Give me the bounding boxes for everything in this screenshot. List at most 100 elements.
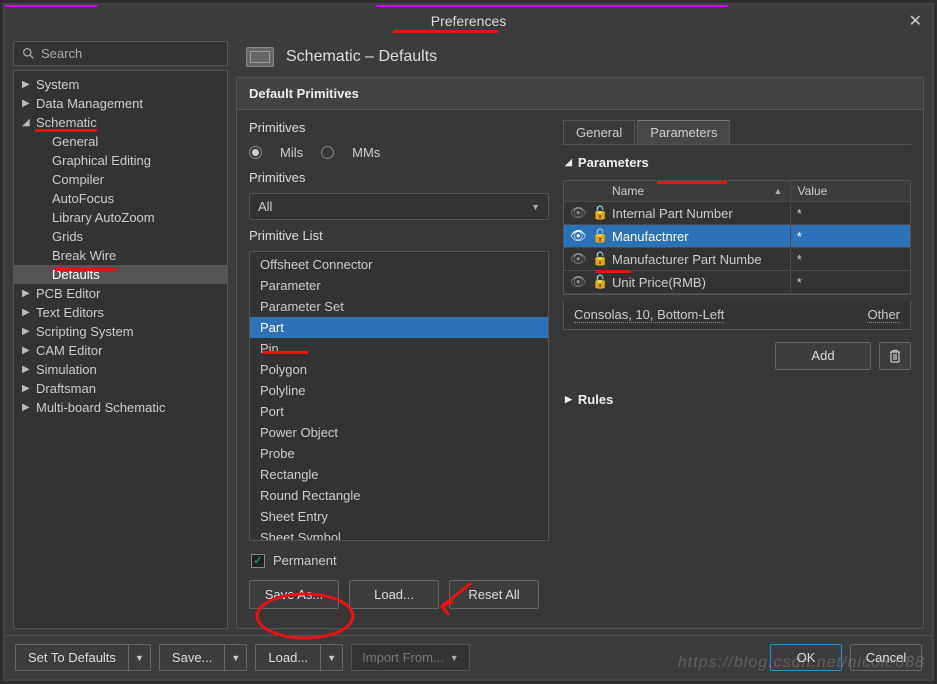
window-title: Preferences (425, 11, 512, 31)
list-item[interactable]: Probe (250, 443, 548, 464)
list-item[interactable]: Polygon (250, 359, 548, 380)
save-as-button[interactable]: Save As... (249, 580, 339, 609)
list-item[interactable]: Round Rectangle (250, 485, 548, 506)
tree-item[interactable]: ▶Draftsman (14, 379, 227, 398)
ok-button[interactable]: OK (770, 644, 842, 671)
add-button[interactable]: Add (775, 342, 871, 370)
tree-item[interactable]: Break Wire (14, 246, 227, 265)
tree-item[interactable]: ▶Simulation (14, 360, 227, 379)
param-value[interactable]: * (790, 249, 910, 270)
param-value[interactable]: * (790, 226, 910, 247)
set-to-defaults-button[interactable]: Set To Defaults ▼ (15, 644, 151, 671)
tree-item-label: Multi-board Schematic (36, 400, 165, 415)
table-row[interactable]: 👁🔓Manufactnrer* (564, 225, 910, 248)
lock-icon[interactable]: 🔓 (586, 248, 606, 270)
schematic-page-icon (246, 47, 274, 67)
col-name: Name (612, 184, 644, 198)
tree-item[interactable]: ▶Multi-board Schematic (14, 398, 227, 417)
chevron-down-icon[interactable]: ▼ (321, 644, 343, 671)
search-icon (22, 47, 35, 60)
delete-button[interactable] (879, 342, 911, 370)
tree-item[interactable]: General (14, 132, 227, 151)
visibility-icon[interactable]: 👁 (564, 202, 586, 224)
tree-arrow-icon: ▶ (22, 326, 36, 337)
font-row[interactable]: Consolas, 10, Bottom-Left Other (563, 301, 911, 330)
param-name: Internal Part Number (606, 203, 790, 224)
tree-item[interactable]: AutoFocus (14, 189, 227, 208)
parameters-header[interactable]: Name▲ Value (564, 181, 910, 202)
table-row[interactable]: 👁🔓Unit Price(RMB)* (564, 271, 910, 294)
param-name: Manufacturer Part Numbe (606, 249, 790, 270)
lock-icon[interactable]: 🔓 (586, 225, 606, 247)
lock-icon[interactable]: 🔓 (586, 271, 606, 293)
tree-item[interactable]: Compiler (14, 170, 227, 189)
tree-item[interactable]: Library AutoZoom (14, 208, 227, 227)
search-placeholder: Search (41, 46, 82, 61)
list-item[interactable]: Rectangle (250, 464, 548, 485)
tree-item[interactable]: Graphical Editing (14, 151, 227, 170)
permanent-checkbox[interactable]: ✓ (251, 554, 265, 568)
close-icon[interactable]: ✕ (909, 11, 922, 31)
tree-item-label: Library AutoZoom (52, 210, 155, 225)
tree-item[interactable]: ▶CAM Editor (14, 341, 227, 360)
tree-item[interactable]: ▶System (14, 75, 227, 94)
param-value[interactable]: * (790, 203, 910, 224)
parameters-section-head[interactable]: ◢ Parameters (563, 151, 911, 174)
table-row[interactable]: 👁🔓Internal Part Number* (564, 202, 910, 225)
list-item[interactable]: Parameter (250, 275, 548, 296)
footer-load-button[interactable]: Load... ▼ (255, 644, 343, 671)
tab-general[interactable]: General (563, 120, 635, 144)
primitive-listbox[interactable]: Offsheet ConnectorParameterParameter Set… (249, 251, 549, 541)
tree-item-label: PCB Editor (36, 286, 100, 301)
param-value[interactable]: * (790, 272, 910, 293)
list-item[interactable]: Sheet Symbol (250, 527, 548, 541)
primitives-dropdown[interactable]: All ▼ (249, 193, 549, 220)
list-item[interactable]: Polyline (250, 380, 548, 401)
list-item[interactable]: Parameter Set (250, 296, 548, 317)
col-value: Value (790, 181, 910, 201)
primitives-dropdown-value: All (258, 199, 272, 214)
tree-item[interactable]: ◢Schematic (14, 113, 227, 132)
table-row[interactable]: 👁🔓Manufacturer Part Numbe* (564, 248, 910, 271)
list-item[interactable]: Sheet Entry (250, 506, 548, 527)
lock-icon[interactable]: 🔓 (586, 202, 606, 224)
rules-section-head[interactable]: ▶ Rules (563, 388, 911, 411)
reset-all-button[interactable]: Reset All (449, 580, 539, 609)
units-label: Primitives (249, 120, 549, 135)
search-input[interactable]: Search (13, 41, 228, 66)
chevron-down-icon: ▼ (531, 202, 540, 212)
other-link[interactable]: Other (867, 307, 900, 323)
tree-item[interactable]: Grids (14, 227, 227, 246)
visibility-icon[interactable]: 👁 (564, 225, 586, 247)
tab-parameters[interactable]: Parameters (637, 120, 730, 144)
chevron-down-icon[interactable]: ▼ (129, 644, 151, 671)
list-item[interactable]: Pin (250, 338, 548, 359)
titlebar: Preferences ✕ (5, 7, 932, 35)
trash-icon (889, 349, 901, 363)
import-from-button[interactable]: Import From... ▼ (351, 644, 470, 671)
tree-item[interactable]: ▶PCB Editor (14, 284, 227, 303)
tree-item[interactable]: ▶Data Management (14, 94, 227, 113)
tree-item[interactable]: ▶Scripting System (14, 322, 227, 341)
footer-save-button[interactable]: Save... ▼ (159, 644, 247, 671)
tree-item-label: AutoFocus (52, 191, 114, 206)
mils-radio[interactable] (249, 146, 262, 159)
list-item[interactable]: Power Object (250, 422, 548, 443)
list-item[interactable]: Port (250, 401, 548, 422)
list-item[interactable]: Offsheet Connector (250, 254, 548, 275)
tree-item[interactable]: Defaults (14, 265, 227, 284)
mms-radio[interactable] (321, 146, 334, 159)
font-info[interactable]: Consolas, 10, Bottom-Left (574, 307, 724, 323)
cancel-button[interactable]: Cancel (850, 644, 922, 671)
tree-arrow-icon: ▶ (22, 402, 36, 413)
tree-item-label: Graphical Editing (52, 153, 151, 168)
list-item[interactable]: Part (250, 317, 548, 338)
visibility-icon[interactable]: 👁 (564, 271, 586, 293)
visibility-icon[interactable]: 👁 (564, 248, 586, 270)
tree-item-label: Break Wire (52, 248, 116, 263)
tree-item[interactable]: ▶Text Editors (14, 303, 227, 322)
load-button[interactable]: Load... (349, 580, 439, 609)
tree-item-label: Simulation (36, 362, 97, 377)
chevron-down-icon[interactable]: ▼ (225, 644, 247, 671)
tree-item-label: Draftsman (36, 381, 96, 396)
